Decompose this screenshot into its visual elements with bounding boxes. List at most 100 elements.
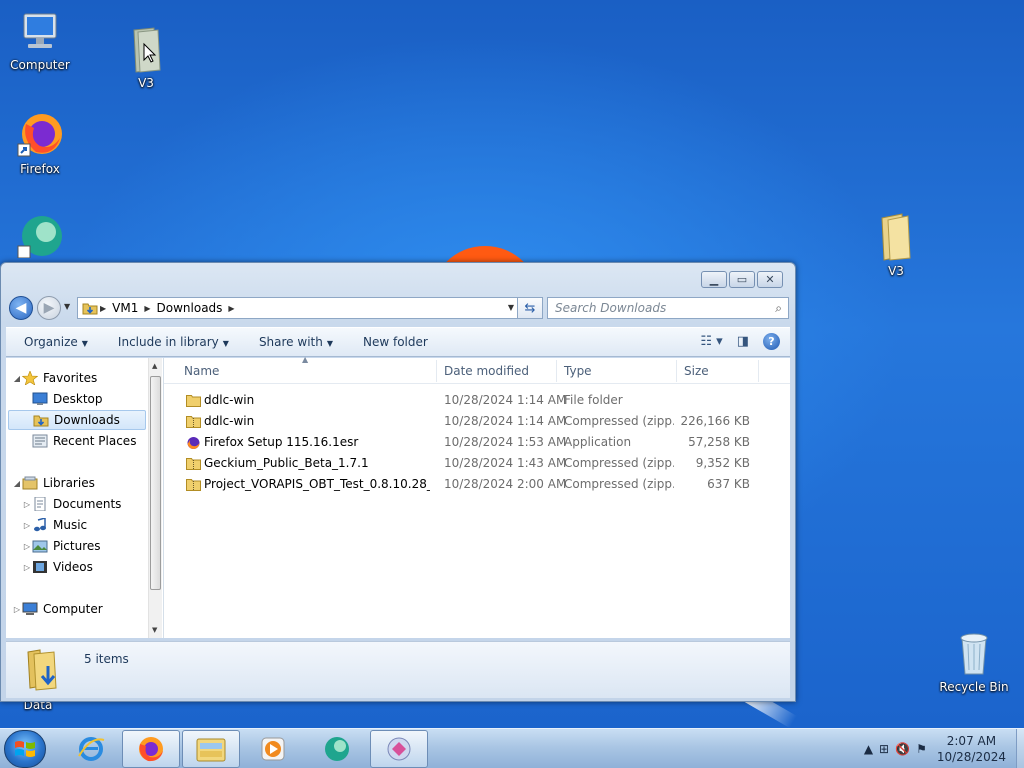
file-date: 10/28/2024 1:14 AM <box>444 393 567 407</box>
expand-arrow-icon[interactable]: ▷ <box>22 563 32 572</box>
table-row[interactable]: Firefox Setup 115.16.1esr 10/28/2024 1:5… <box>180 432 760 453</box>
nav-videos[interactable]: ▷ Videos <box>22 557 93 577</box>
new-folder-button[interactable]: New folder <box>345 335 440 349</box>
breadcrumb-separator-icon[interactable]: ▶ <box>98 304 108 313</box>
desktop-icon-recycle-bin[interactable]: Recycle Bin <box>936 630 1012 694</box>
taskbar-internet-explorer[interactable] <box>62 730 120 768</box>
column-type[interactable]: Type <box>564 364 592 378</box>
file-type: Application <box>564 435 632 449</box>
share-with-label: Share with <box>258 335 323 349</box>
folder-icon <box>881 213 911 261</box>
taskbar-app[interactable] <box>370 730 428 768</box>
column-separator[interactable] <box>556 360 557 382</box>
nav-label: Recent Places <box>53 434 137 448</box>
breadcrumb-separator-icon[interactable]: ▶ <box>142 304 152 313</box>
firefox-icon <box>17 114 62 157</box>
geckium-icon <box>325 737 349 761</box>
table-row[interactable]: Project_VORAPIS_OBT_Test_0.8.10.28_(17..… <box>180 474 760 495</box>
network-icon[interactable]: ⊞ <box>879 742 889 756</box>
clock[interactable]: 2:07 AM 10/28/2024 <box>937 733 1006 765</box>
recent-pages-dropdown[interactable]: ▼ <box>64 302 70 311</box>
file-size: 226,166 KB <box>680 414 750 428</box>
nav-music[interactable]: ▷ Music <box>22 515 87 535</box>
desktop-icon-firefox[interactable]: Firefox <box>2 110 78 176</box>
collapse-arrow-icon[interactable]: ◢ <box>12 374 22 383</box>
back-arrow-icon: ◀ <box>15 300 27 316</box>
system-tray: ▲ ⊞ 🔇 ⚑ 2:07 AM 10/28/2024 <box>858 729 1018 768</box>
nav-computer[interactable]: ▷ Computer <box>12 599 103 619</box>
expand-arrow-icon[interactable]: ▷ <box>22 521 32 530</box>
action-center-flag-icon[interactable]: ⚑ <box>916 742 927 756</box>
table-row[interactable]: ddlc-win 10/28/2024 1:14 AM Compressed (… <box>180 411 760 432</box>
computer-icon <box>23 13 57 48</box>
scroll-down-icon[interactable]: ▼ <box>152 626 157 634</box>
navigation-bar: ◀ ▶ ▼ ▶ VM1 ▶ Downloads ▶ ▼ ⇆ Search Dow… <box>7 295 789 323</box>
nav-desktop[interactable]: Desktop <box>22 389 103 409</box>
start-button[interactable] <box>4 730 46 768</box>
desktop-icon-geckium[interactable] <box>2 214 78 260</box>
maximize-button[interactable]: ▭ <box>729 271 755 288</box>
close-button[interactable]: ✕ <box>757 271 783 288</box>
column-date-modified[interactable]: Date modified <box>444 364 529 378</box>
chevron-down-icon: ▼ <box>81 339 88 348</box>
refresh-button[interactable]: ⇆ <box>517 297 543 319</box>
navigation-pane-scrollbar[interactable]: ▲ ▼ <box>148 358 162 638</box>
nav-label: Desktop <box>53 392 103 406</box>
column-name[interactable]: Name <box>184 364 219 378</box>
expand-arrow-icon[interactable]: ▷ <box>22 500 32 509</box>
address-dropdown-icon[interactable]: ▼ <box>508 303 514 312</box>
taskbar-media-player[interactable] <box>244 730 302 768</box>
breadcrumb-separator-icon[interactable]: ▶ <box>226 304 236 313</box>
show-hidden-icons-icon[interactable]: ▲ <box>864 742 873 756</box>
include-in-library-button[interactable]: Include in library ▼ <box>100 335 241 349</box>
forward-button[interactable]: ▶ <box>37 296 61 320</box>
breadcrumb-vm1[interactable]: VM1 <box>108 301 142 315</box>
share-with-button[interactable]: Share with ▼ <box>241 335 345 349</box>
zip-folder-icon <box>186 458 201 470</box>
table-row[interactable]: Geckium_Public_Beta_1.7.1 10/28/2024 1:4… <box>180 453 760 474</box>
desktop-icon-v3[interactable]: V3 <box>108 26 184 90</box>
expand-arrow-icon[interactable]: ▷ <box>12 605 22 614</box>
column-headers: ▲ Name Date modified Type Size <box>164 355 790 384</box>
nav-libraries[interactable]: ◢ Libraries <box>12 473 95 493</box>
file-name: Geckium_Public_Beta_1.7.1 <box>204 456 369 470</box>
zip-folder-icon <box>186 479 201 491</box>
search-input[interactable]: Search Downloads ⌕ <box>547 297 789 319</box>
search-icon[interactable]: ⌕ <box>775 301 782 316</box>
organize-button[interactable]: Organize ▼ <box>6 335 100 349</box>
scroll-up-icon[interactable]: ▲ <box>152 362 157 370</box>
desktop-icon-v3-right[interactable]: V3 <box>858 212 934 278</box>
preview-pane-icon[interactable]: ◨ <box>737 334 749 349</box>
documents-icon <box>34 497 46 511</box>
nav-pictures[interactable]: ▷ Pictures <box>22 536 101 556</box>
desktop-icon-computer[interactable]: Computer <box>2 8 78 72</box>
nav-favorites[interactable]: ◢ Favorites <box>12 368 97 388</box>
nav-documents[interactable]: ▷ Documents <box>22 494 121 514</box>
address-bar[interactable]: ▶ VM1 ▶ Downloads ▶ ▼ <box>77 297 519 319</box>
collapse-arrow-icon[interactable]: ◢ <box>12 479 22 488</box>
column-separator[interactable] <box>676 360 677 382</box>
downloads-folder-icon <box>27 649 57 691</box>
help-icon[interactable]: ? <box>763 333 780 350</box>
column-separator[interactable] <box>758 360 759 382</box>
table-row[interactable]: ddlc-win 10/28/2024 1:14 AM File folder <box>180 390 760 411</box>
breadcrumb-downloads[interactable]: Downloads <box>153 301 227 315</box>
app-icon <box>387 737 411 761</box>
nav-recent-places[interactable]: Recent Places <box>22 431 136 451</box>
show-desktop-button[interactable] <box>1016 729 1024 768</box>
volume-muted-icon[interactable]: 🔇 <box>895 742 910 756</box>
nav-downloads[interactable]: Downloads <box>8 410 146 430</box>
taskbar-firefox[interactable] <box>122 730 180 768</box>
expand-arrow-icon[interactable]: ▷ <box>22 542 32 551</box>
minimize-button[interactable]: ▁ <box>701 271 727 288</box>
taskbar-windows-explorer[interactable] <box>182 730 240 768</box>
taskbar-geckium[interactable] <box>308 730 366 768</box>
column-size[interactable]: Size <box>684 364 709 378</box>
back-button[interactable]: ◀ <box>9 296 33 320</box>
column-separator[interactable] <box>436 360 437 382</box>
item-count: 5 items <box>84 652 129 666</box>
change-view-icon[interactable]: ☷ ▾ <box>700 334 722 349</box>
scrollbar-thumb[interactable] <box>150 376 161 590</box>
desktop-icon-label: V3 <box>138 76 154 90</box>
clock-date: 10/28/2024 <box>936 750 1006 764</box>
